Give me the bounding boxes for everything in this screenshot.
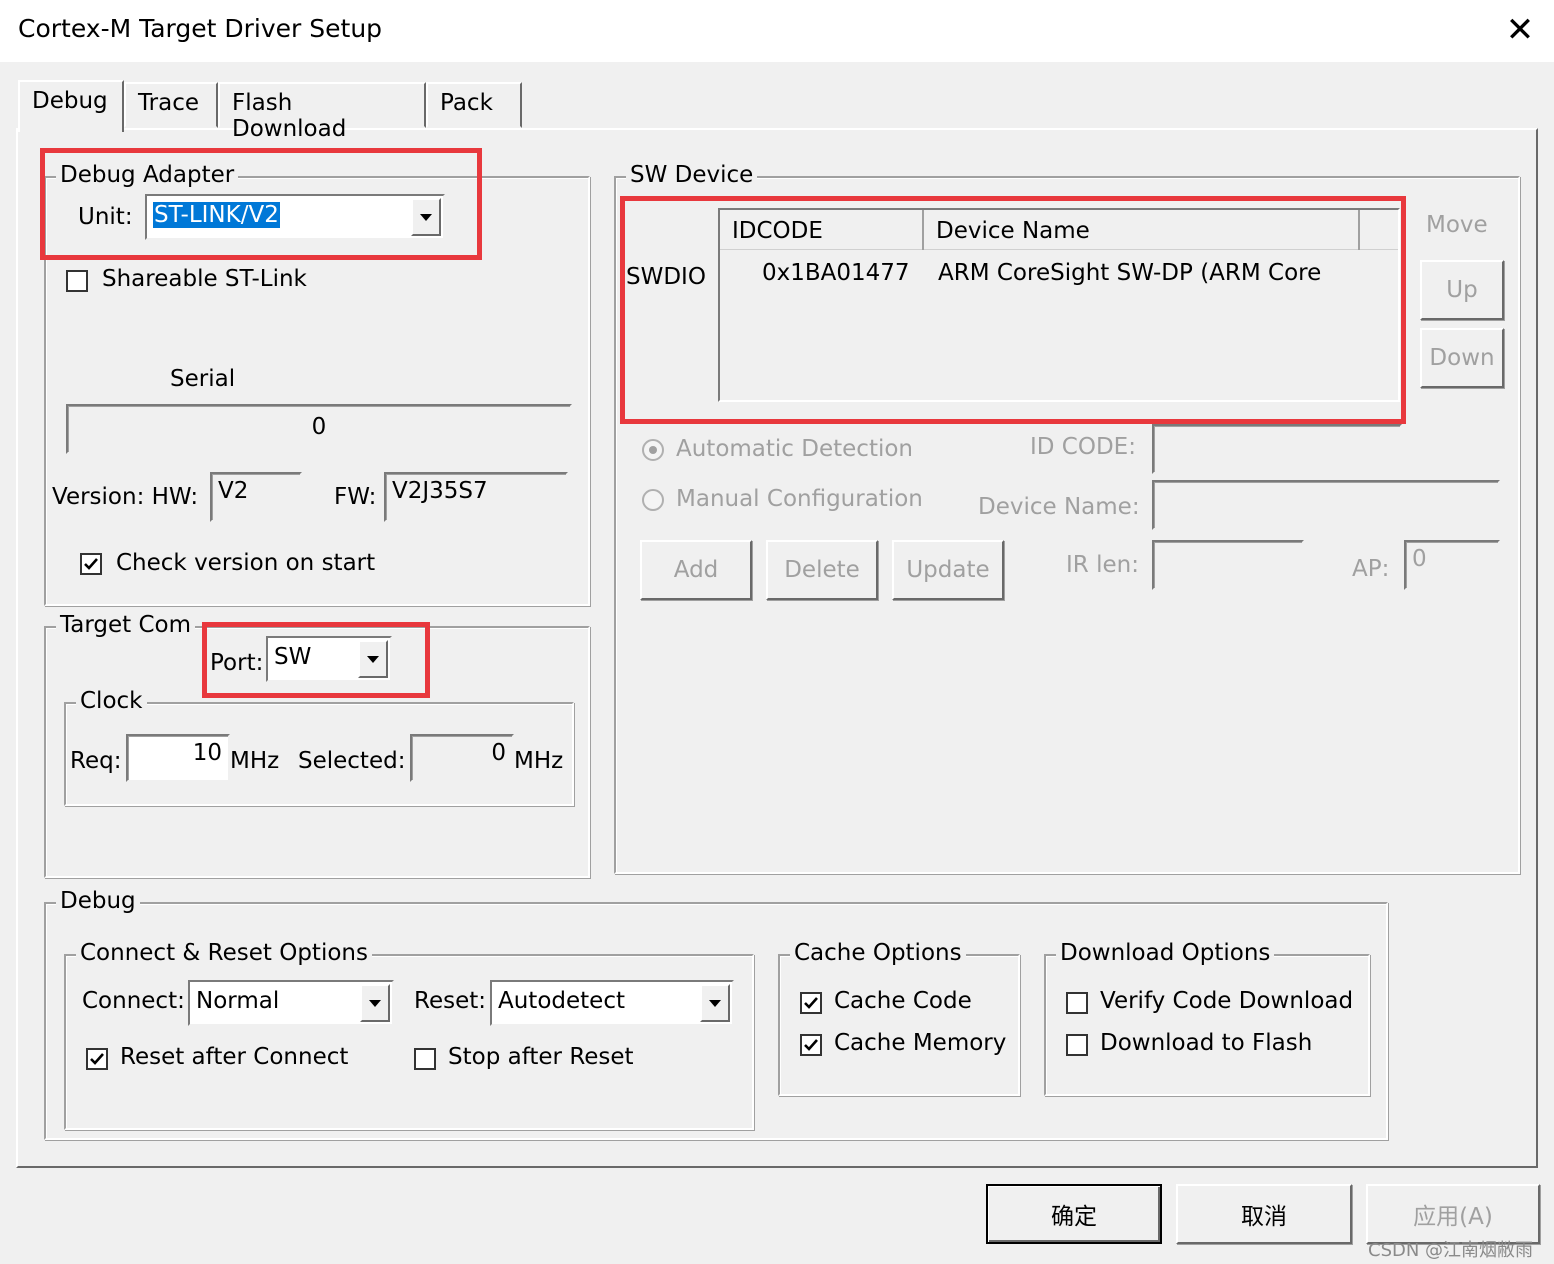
tab-pack[interactable]: Pack [426, 82, 522, 128]
selected-label: Selected: [298, 748, 406, 774]
highlight-port [202, 622, 430, 698]
id-code-label: ID CODE: [1030, 434, 1136, 460]
connect-label: Connect: [82, 988, 185, 1014]
add-button[interactable]: Add [640, 540, 752, 600]
shareable-checkbox[interactable] [66, 270, 88, 292]
connect-reset-legend: Connect & Reset Options [76, 940, 372, 966]
download-flash-label: Download to Flash [1100, 1030, 1313, 1056]
cache-code-checkbox[interactable] [800, 992, 822, 1014]
reset-value: Autodetect [498, 988, 625, 1014]
target-com-legend: Target Com [56, 612, 196, 638]
selected-unit: MHz [514, 748, 564, 774]
tab-debug[interactable]: Debug [18, 80, 124, 132]
selected-field: 0 [410, 734, 514, 782]
chevron-down-icon[interactable] [700, 984, 730, 1022]
reset-after-connect-checkbox[interactable] [86, 1048, 108, 1070]
ir-len-label: IR len: [1066, 552, 1139, 578]
req-input[interactable]: 10 [126, 734, 230, 782]
update-button[interactable]: Update [892, 540, 1004, 600]
verify-code-label: Verify Code Download [1100, 988, 1354, 1014]
move-label: Move [1426, 212, 1488, 238]
cache-options-legend: Cache Options [790, 940, 966, 966]
ir-len-field [1152, 540, 1304, 590]
tab-trace[interactable]: Trace [124, 82, 218, 128]
highlight-debug-adapter [40, 148, 482, 260]
reset-label: Reset: [414, 988, 486, 1014]
sw-device-legend: SW Device [626, 162, 758, 188]
cancel-button[interactable]: 取消 [1176, 1184, 1352, 1244]
fw-label: FW: [334, 484, 377, 510]
cache-options-group [778, 954, 1020, 1096]
cache-memory-label: Cache Memory [834, 1030, 1007, 1056]
cache-memory-checkbox[interactable] [800, 1034, 822, 1056]
ap-field: 0 [1404, 540, 1500, 590]
device-name-field [1152, 480, 1500, 530]
checkmark-icon [84, 558, 98, 570]
download-options-group [1044, 954, 1370, 1096]
check-version-label: Check version on start [116, 550, 376, 576]
device-name-label: Device Name: [978, 494, 1140, 520]
version-hw-label: Version: HW: [52, 484, 199, 510]
window-title: Cortex-M Target Driver Setup [18, 14, 383, 43]
checkmark-icon [804, 1039, 818, 1051]
check-version-checkbox[interactable] [80, 553, 102, 575]
automatic-detection-radio[interactable] [642, 439, 664, 461]
stop-after-reset-label: Stop after Reset [448, 1044, 634, 1070]
reset-after-connect-label: Reset after Connect [120, 1044, 349, 1070]
verify-code-checkbox[interactable] [1066, 992, 1088, 1014]
req-label: Req: [70, 748, 122, 774]
close-icon[interactable]: ✕ [1500, 10, 1540, 50]
ok-button[interactable]: 确定 [986, 1184, 1162, 1244]
hw-version-field: V2 [210, 472, 302, 522]
download-flash-checkbox[interactable] [1066, 1034, 1088, 1056]
serial-field: 0 [66, 404, 572, 454]
ap-label: AP: [1352, 556, 1390, 582]
clock-legend: Clock [76, 688, 147, 714]
manual-configuration-label: Manual Configuration [676, 486, 923, 512]
checkmark-icon [90, 1053, 104, 1065]
cache-code-label: Cache Code [834, 988, 972, 1014]
fw-version-field: V2J35S7 [384, 472, 568, 522]
stop-after-reset-checkbox[interactable] [414, 1048, 436, 1070]
download-options-legend: Download Options [1056, 940, 1275, 966]
debug-options-legend: Debug [56, 888, 140, 914]
manual-configuration-radio[interactable] [642, 489, 664, 511]
shareable-label: Shareable ST-Link [102, 266, 307, 292]
chevron-down-icon[interactable] [360, 984, 390, 1022]
id-code-field [1152, 424, 1402, 474]
automatic-detection-label: Automatic Detection [676, 436, 913, 462]
reset-select[interactable]: Autodetect [490, 980, 734, 1026]
req-unit: MHz [230, 748, 280, 774]
highlight-sw-device [620, 196, 1406, 424]
serial-label: Serial [170, 366, 236, 392]
connect-select[interactable]: Normal [188, 980, 394, 1026]
checkmark-icon [804, 997, 818, 1009]
connect-value: Normal [196, 988, 280, 1014]
apply-button[interactable]: 应用(A) [1366, 1184, 1540, 1244]
delete-button[interactable]: Delete [766, 540, 878, 600]
move-up-button[interactable]: Up [1420, 260, 1504, 320]
move-down-button[interactable]: Down [1420, 328, 1504, 388]
tab-flash-download[interactable]: Flash Download [218, 82, 426, 142]
watermark: CSDN @江南烟敝雨 [1368, 1240, 1534, 1261]
